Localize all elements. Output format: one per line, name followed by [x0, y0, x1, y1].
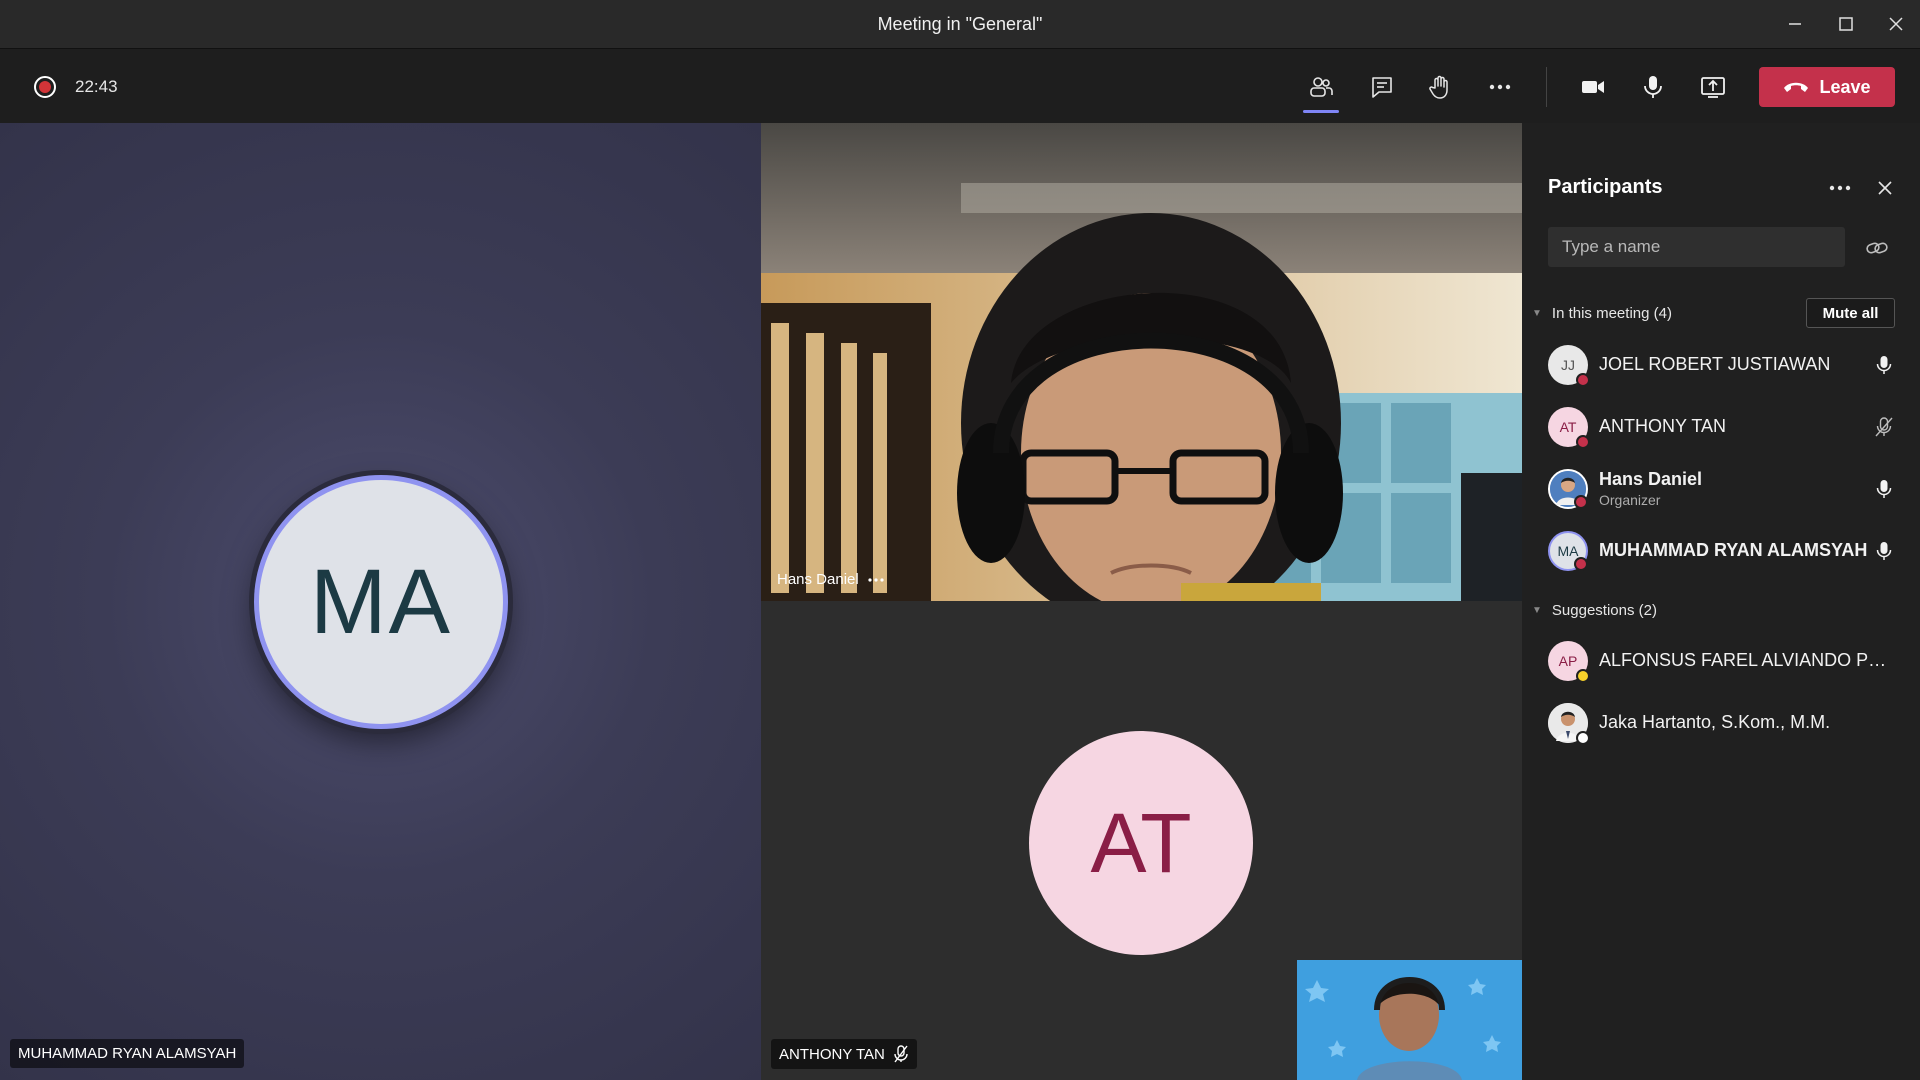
status-busy-icon [1576, 373, 1590, 387]
mic-off-icon [1872, 415, 1896, 439]
show-chat-button[interactable] [1362, 67, 1402, 107]
raise-hand-icon [1429, 75, 1448, 99]
link-icon [1866, 242, 1888, 254]
chevron-down-icon: ▼ [1532, 605, 1542, 616]
avatar [1548, 703, 1590, 745]
participant-video-tile[interactable]: Hans Daniel [761, 123, 1522, 601]
close-window-button[interactable] [1876, 8, 1916, 40]
panel-close-button[interactable] [1870, 173, 1900, 203]
avatar: JJ [1548, 345, 1590, 387]
status-offline-icon [1576, 731, 1590, 745]
participant-video-image [761, 123, 1522, 601]
camera-toggle-button[interactable] [1573, 67, 1613, 107]
participant-role: Organizer [1599, 492, 1661, 508]
mic-off-icon [894, 1045, 908, 1063]
avatar-initials: AT [1559, 419, 1577, 435]
self-preview-image [1297, 960, 1522, 1080]
hang-up-icon [1784, 82, 1809, 92]
participant-name: ANTHONY TAN [1599, 416, 1727, 436]
avatar: AT [1029, 731, 1253, 955]
suggestions-section-header[interactable]: ▼ Suggestions (2) [1532, 602, 1657, 619]
share-screen-button[interactable] [1693, 67, 1733, 107]
participant-name: Hans Daniel [777, 571, 859, 588]
in-meeting-section-header[interactable]: ▼ In this meeting (4) [1532, 305, 1672, 322]
close-icon [1878, 181, 1892, 195]
minimize-button[interactable] [1775, 8, 1815, 40]
status-busy-icon [1574, 495, 1588, 509]
panel-more-button[interactable] [1822, 173, 1858, 203]
participant-name-tag: MUHAMMAD RYAN ALAMSYAH [10, 1039, 245, 1068]
maximize-icon [1839, 17, 1853, 31]
avatar-initials: AP [1558, 653, 1578, 669]
status-busy-icon [1574, 557, 1588, 571]
participant-row[interactable]: JJ JOEL ROBERT JUSTIAWAN [1522, 337, 1920, 393]
microphone-icon [1644, 76, 1662, 98]
avatar-initials: MA [1557, 543, 1579, 559]
status-away-icon [1576, 669, 1590, 683]
share-invite-button[interactable] [1862, 233, 1892, 263]
share-screen-icon [1701, 77, 1725, 98]
meeting-toolbar: 22:43 Leave [0, 49, 1920, 123]
participant-row[interactable]: AT ANTHONY TAN [1522, 399, 1920, 455]
participant-name: Hans Daniel [1599, 469, 1703, 489]
self-preview-video[interactable] [1297, 960, 1522, 1080]
participants-panel: Participants ▼ In this meeting (4) Mute … [1522, 123, 1920, 1080]
avatar: MA [254, 475, 508, 729]
avatar-initials: JJ [1561, 357, 1575, 373]
search-participants-input[interactable] [1548, 227, 1845, 267]
participant-name-tag: Hans Daniel [771, 571, 891, 588]
suggestion-row[interactable]: Jaka Hartanto, S.Kom., M.M. [1522, 695, 1920, 751]
participant-name: MUHAMMAD RYAN ALAMSYAH [1599, 540, 1868, 560]
participant-row[interactable]: Hans Daniel Organizer [1522, 461, 1920, 517]
mic-on-icon [1872, 477, 1896, 501]
participant-tile-ma[interactable]: MA MUHAMMAD RYAN ALAMSYAH [0, 123, 761, 1080]
chevron-down-icon: ▼ [1532, 308, 1542, 319]
window-title: Meeting in "General" [877, 14, 1043, 34]
mic-on-icon [1872, 539, 1896, 563]
participant-name: ANTHONY TAN [779, 1045, 885, 1063]
raise-hand-button[interactable] [1420, 67, 1460, 107]
chat-icon [1372, 77, 1392, 98]
mute-all-button[interactable]: Mute all [1806, 298, 1895, 328]
leave-button[interactable]: Leave [1759, 67, 1895, 107]
video-stage: MA MUHAMMAD RYAN ALAMSYAH Hans Daniel AT… [0, 123, 1522, 1080]
section-label: In this meeting (4) [1551, 305, 1672, 322]
title-bar: Meeting in "General" [0, 0, 1920, 49]
avatar: AP [1548, 641, 1590, 683]
toolbar-divider [1546, 67, 1547, 107]
recording-icon [34, 76, 56, 98]
status-busy-icon [1576, 435, 1590, 449]
microphone-toggle-button[interactable] [1633, 67, 1673, 107]
more-icon[interactable] [867, 577, 885, 583]
participant-name-tag: ANTHONY TAN [771, 1039, 917, 1069]
more-icon [1489, 84, 1511, 90]
avatar: MA [1548, 531, 1588, 571]
avatar [1548, 469, 1588, 509]
participant-name: ALFONSUS FAREL ALVIANDO PRATAMA [1599, 650, 1889, 670]
more-actions-button[interactable] [1480, 67, 1520, 107]
participant-name: MUHAMMAD RYAN ALAMSYAH [18, 1045, 237, 1062]
suggestion-row[interactable]: AP ALFONSUS FAREL ALVIANDO PRATAMA [1522, 633, 1920, 689]
minimize-icon [1789, 23, 1801, 25]
meeting-timer: 22:43 [75, 77, 118, 96]
participant-name: Jaka Hartanto, S.Kom., M.M. [1599, 712, 1831, 732]
participant-row[interactable]: MA MUHAMMAD RYAN ALAMSYAH [1522, 523, 1920, 579]
section-label: Suggestions (2) [1551, 602, 1657, 619]
participants-icon [1310, 77, 1333, 97]
mic-on-icon [1872, 353, 1896, 377]
participant-name: JOEL ROBERT JUSTIAWAN [1599, 354, 1831, 374]
leave-label: Leave [1819, 76, 1871, 97]
close-icon [1889, 17, 1903, 31]
more-icon [1829, 185, 1851, 191]
maximize-button[interactable] [1826, 8, 1866, 40]
show-participants-button[interactable] [1301, 67, 1341, 113]
panel-title: Participants [1548, 176, 1663, 198]
avatar: AT [1548, 407, 1590, 449]
camera-icon [1582, 81, 1604, 93]
